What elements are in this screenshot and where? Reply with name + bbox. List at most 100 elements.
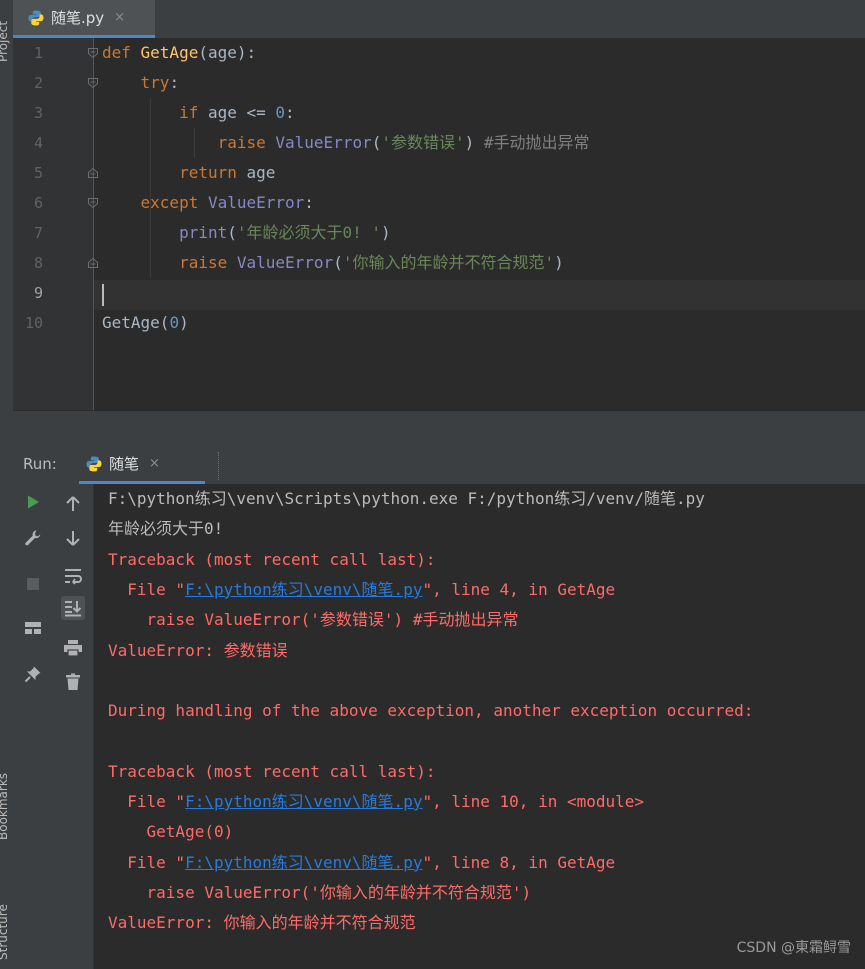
- scroll-to-end-icon: [65, 601, 82, 617]
- code-line: try:: [102, 68, 180, 98]
- code-token: raise: [102, 253, 237, 272]
- console-text: F:\python练习\venv\Scripts\python.exe F:/p…: [108, 489, 705, 508]
- console-line: raise ValueError('参数错误') #手动抛出异常: [108, 605, 519, 635]
- run-panel-title: Run:: [23, 455, 57, 473]
- stop-button[interactable]: [21, 572, 45, 596]
- soft-wrap-icon: [65, 569, 82, 585]
- gutter-separator: [93, 38, 94, 410]
- run-tab-close-icon[interactable]: ×: [149, 456, 160, 471]
- soft-wrap-button[interactable]: [61, 564, 85, 588]
- fold-close-icon[interactable]: [87, 167, 99, 179]
- code-token: GetAge: [140, 43, 199, 62]
- sidebar-tab-structure[interactable]: Structure: [0, 904, 10, 960]
- code-token: (: [333, 253, 343, 272]
- line-number: 8: [33, 254, 43, 272]
- console-text: Traceback (most recent call last):: [108, 761, 436, 781]
- code-token: :: [304, 193, 314, 212]
- code-editor[interactable]: 1 2 3 4 5 6 7 8 9 10 def GetAge(age): try: if age…: [13, 38, 865, 410]
- clear-all-button[interactable]: [61, 670, 85, 694]
- console-line: ValueError: 你输入的年龄并不符合规范: [108, 908, 416, 938]
- code-line: except ValueError:: [102, 188, 314, 218]
- line-number: 3: [33, 104, 43, 122]
- console-output[interactable]: F:\python练习\venv\Scripts\python.exe F:/p…: [94, 484, 865, 969]
- print-icon: [64, 640, 82, 657]
- code-token: if: [102, 103, 208, 122]
- code-token: raise: [102, 133, 276, 152]
- line-number: 2: [33, 74, 43, 92]
- console-text: ", line 8, in GetAge: [422, 852, 616, 872]
- file-link[interactable]: F:\python练习\venv\随笔.py: [185, 792, 422, 811]
- console-line: During handling of the above exception, …: [108, 696, 753, 726]
- watermark: CSDN @東霜鲟雪: [736, 940, 851, 956]
- run-tab-label: 随笔: [109, 455, 140, 473]
- run-config-tab[interactable]: 随笔 ×: [79, 446, 205, 484]
- python-icon: [86, 456, 102, 471]
- code-token: ValueError: [275, 133, 372, 152]
- code-token: :: [169, 73, 180, 92]
- file-link[interactable]: F:\python练习\venv\随笔.py: [185, 853, 422, 872]
- code-token: (age):: [198, 43, 257, 62]
- text-caret: [102, 284, 104, 306]
- code-line: if age <= 0:: [102, 98, 295, 128]
- code-token: 0: [169, 313, 180, 332]
- settings-button[interactable]: [21, 526, 45, 550]
- line-number: 5: [33, 164, 43, 182]
- previous-occurrence-button[interactable]: [61, 492, 85, 516]
- run-panel-header: Run: 随笔 ×: [13, 446, 865, 485]
- line-number: 10: [24, 314, 43, 332]
- console-line: 年龄必须大于0!: [108, 514, 223, 544]
- next-occurrence-button[interactable]: [61, 526, 85, 550]
- code-token: '年龄必须大于0! ': [236, 223, 382, 242]
- console-text: 年龄必须大于0!: [108, 519, 224, 539]
- layout-icon: [25, 622, 41, 634]
- editor-tab[interactable]: 随笔.py ×: [13, 0, 155, 38]
- console-line: File "F:\python练习\venv\随笔.py", line 4, i…: [108, 575, 615, 605]
- fold-open-icon[interactable]: [87, 47, 99, 59]
- editor-tab-bar: 随笔.py ×: [13, 0, 865, 39]
- code-token: except: [102, 193, 208, 212]
- code-token: ValueError: [207, 193, 305, 212]
- console-text: ValueError: 参数错误: [108, 640, 288, 660]
- stop-icon: [27, 578, 39, 590]
- code-token: age: [246, 163, 276, 182]
- editor-tab-filename: 随笔.py: [51, 9, 105, 27]
- sidebar-tab-project[interactable]: Project: [0, 21, 10, 62]
- line-number: 9: [33, 284, 43, 302]
- code-token: GetAge(: [102, 313, 170, 332]
- console-line: GetAge(0): [108, 817, 234, 847]
- code-token: return: [102, 163, 247, 182]
- line-number: 6: [33, 194, 43, 212]
- print-button[interactable]: [61, 636, 85, 660]
- sidebar-tab-bookmarks[interactable]: Bookmarks: [0, 773, 10, 840]
- code-token: #手动抛出异常: [483, 133, 590, 152]
- fold-close-icon[interactable]: [87, 257, 99, 269]
- code-token: age <=: [207, 103, 276, 122]
- editor-tab-close-icon[interactable]: ×: [114, 10, 125, 25]
- left-tool-strip: Project Bookmarks Structure: [0, 0, 13, 969]
- code-token: '参数错误': [381, 133, 465, 152]
- code-token: ): [464, 133, 484, 152]
- line-number: 1: [33, 44, 43, 62]
- code-token: try: [102, 73, 170, 92]
- console-text: ", line 10, in <module>: [422, 792, 645, 811]
- line-number: 4: [33, 134, 43, 152]
- code-token: ): [179, 313, 189, 332]
- pin-tab-button[interactable]: [21, 662, 45, 686]
- run-button[interactable]: [21, 490, 45, 514]
- scroll-to-end-button[interactable]: [61, 596, 85, 620]
- run-icon: [28, 495, 39, 509]
- file-link[interactable]: F:\python练习\venv\随笔.py: [185, 580, 422, 599]
- code-token: :: [285, 103, 295, 122]
- panel-splitter[interactable]: [13, 410, 865, 447]
- console-text: ValueError: 你输入的年龄并不符合规范: [108, 913, 416, 933]
- code-token: (: [227, 223, 237, 242]
- fold-open-icon[interactable]: [87, 197, 99, 209]
- trash-icon: [66, 673, 80, 690]
- console-text: File ": [108, 852, 186, 872]
- fold-open-icon[interactable]: [87, 77, 99, 89]
- python-file-icon: [28, 10, 44, 25]
- console-line: Traceback (most recent call last):: [108, 545, 436, 575]
- layout-button[interactable]: [21, 616, 45, 640]
- code-token: '你输入的年龄并不符合规范': [342, 253, 555, 272]
- code-line: raise ValueError('你输入的年龄并不符合规范'): [102, 248, 564, 278]
